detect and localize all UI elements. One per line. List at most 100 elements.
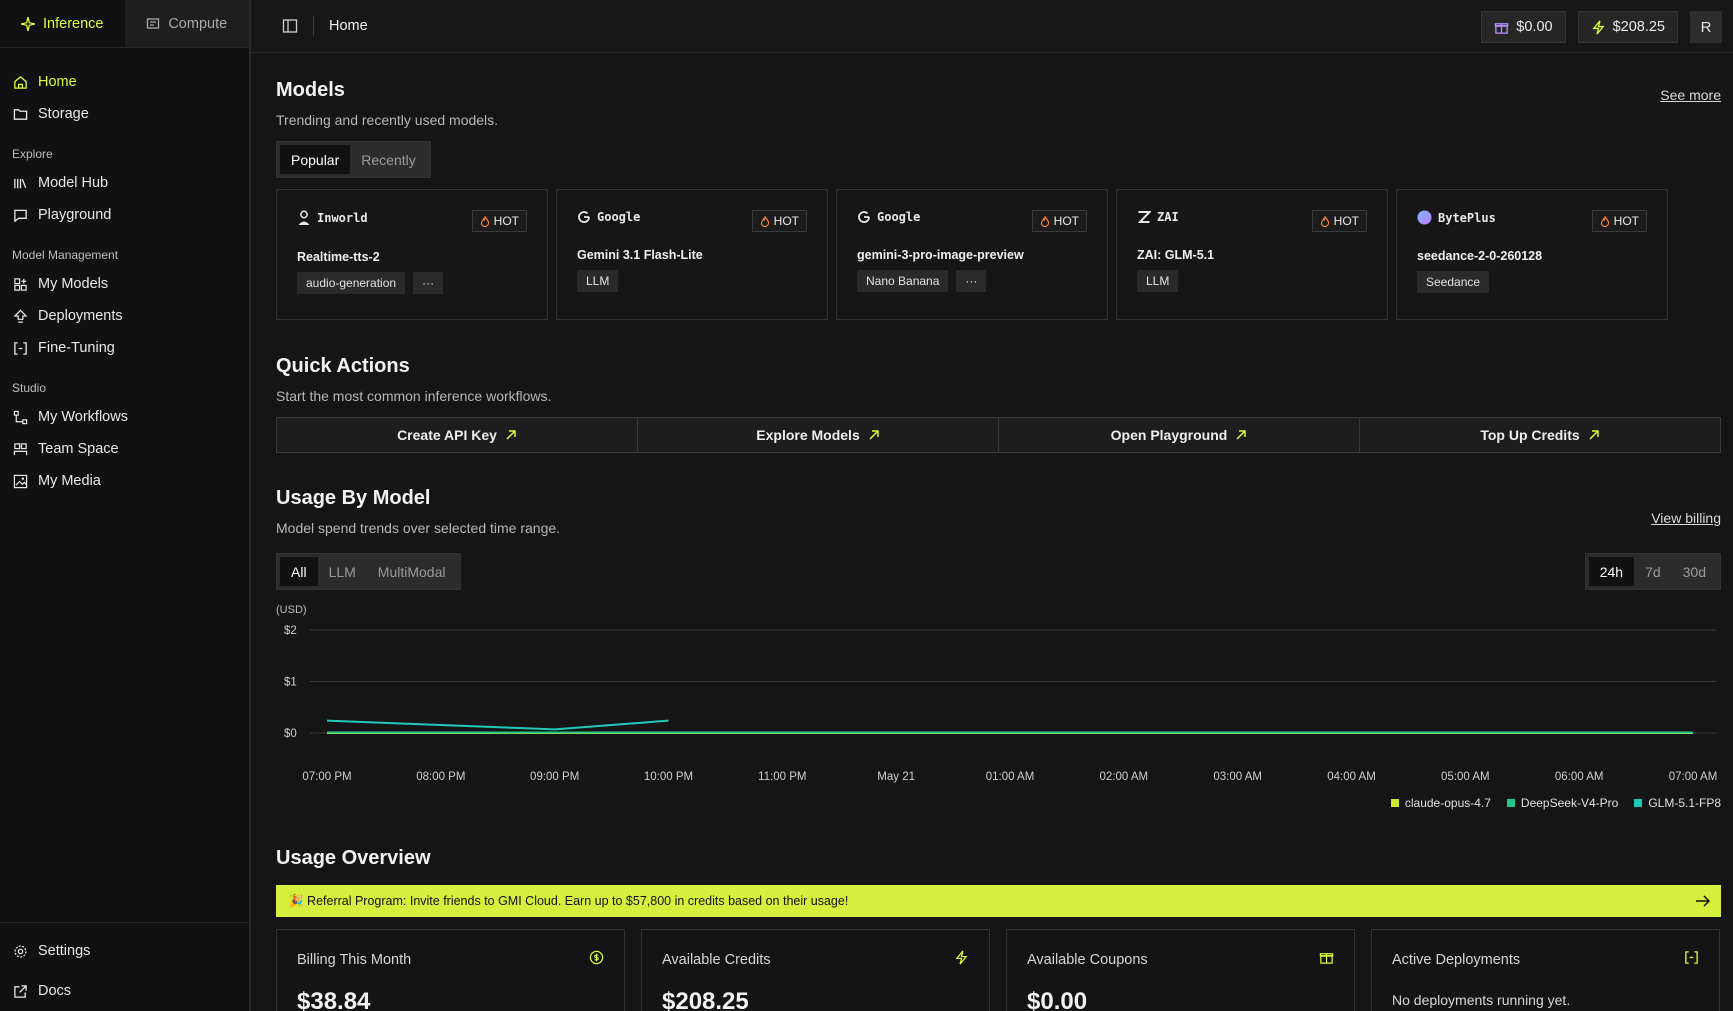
- gift-icon: [1319, 953, 1334, 964]
- sidebar-section-explore: Explore: [12, 147, 53, 161]
- usage-title: Usage By Model: [276, 487, 431, 509]
- explore-models-button[interactable]: Explore Models: [638, 418, 999, 452]
- view-billing-link[interactable]: View billing: [1651, 510, 1721, 526]
- sidebar-item-my-workflows[interactable]: My Workflows: [0, 401, 249, 433]
- more-tags-button[interactable]: ···: [956, 270, 987, 292]
- stat-value: $38.84: [297, 988, 371, 1011]
- model-tags: Nano Banana ···: [857, 270, 1087, 292]
- gear-icon: [14, 944, 27, 958]
- sidebar-item-label: Team Space: [38, 441, 119, 457]
- sidebar-item-playground[interactable]: Playground: [0, 199, 249, 231]
- legend-item[interactable]: GLM-5.1-FP8: [1634, 796, 1721, 810]
- legend-item[interactable]: claude-opus-4.7: [1390, 796, 1491, 810]
- sidebar-item-label: Playground: [38, 207, 112, 223]
- sidebar-section-model-management: Model Management: [12, 248, 119, 262]
- usage-filter-group: All LLM MultiModal: [276, 553, 461, 590]
- tab-inference[interactable]: Inference: [0, 0, 125, 47]
- range-24h[interactable]: 24h: [1588, 557, 1635, 586]
- sidebar-item-label: My Models: [38, 276, 109, 292]
- sidebar-item-my-models[interactable]: My Models: [0, 268, 249, 300]
- sidebar-item-home[interactable]: Home: [0, 66, 249, 98]
- sidebar-item-docs[interactable]: Docs: [0, 971, 249, 1011]
- model-cards: Inworld HOT Realtime-tts-2 audio-generat…: [276, 189, 1668, 320]
- model-card[interactable]: Inworld HOT Realtime-tts-2 audio-generat…: [276, 189, 548, 320]
- arrow-up-right-icon: [506, 430, 516, 440]
- product-switcher: Inference Compute: [0, 0, 249, 48]
- range-30d[interactable]: 30d: [1672, 557, 1717, 586]
- filter-multimodal[interactable]: MultiModal: [367, 557, 457, 586]
- model-name: gemini-3-pro-image-preview: [857, 248, 1024, 262]
- model-card[interactable]: ZAI HOT ZAI: GLM-5.1 LLM: [1116, 189, 1388, 320]
- model-tag: LLM: [577, 270, 619, 292]
- model-card[interactable]: Google HOT gemini-3-pro-image-preview Na…: [836, 189, 1108, 320]
- breadcrumb: Home: [329, 18, 368, 34]
- referral-banner[interactable]: 🎉 Referral Program: Invite friends to GM…: [276, 885, 1721, 917]
- hot-badge: HOT: [1591, 210, 1647, 232]
- model-brand-name: Google: [597, 210, 641, 224]
- filter-all[interactable]: All: [280, 557, 318, 586]
- sidebar-item-fine-tuning[interactable]: Fine-Tuning: [0, 332, 249, 364]
- sidebar-item-settings[interactable]: Settings: [0, 931, 249, 971]
- tab-recently[interactable]: Recently: [350, 145, 426, 174]
- sidebar-item-label: Deployments: [38, 308, 123, 324]
- stat-value: $0.00: [1027, 988, 1088, 1011]
- open-playground-button[interactable]: Open Playground: [999, 418, 1360, 452]
- credit-balance: $208.25: [1612, 19, 1665, 35]
- sidebar-toggle-icon[interactable]: [282, 18, 298, 34]
- byteplus-logo-icon: [1417, 210, 1432, 225]
- model-card[interactable]: Google HOT Gemini 3.1 Flash-Lite LLM: [556, 189, 828, 320]
- y-tick-label: $1: [284, 677, 297, 689]
- x-tick-label: 09:00 PM: [530, 771, 579, 783]
- range-7d[interactable]: 7d: [1634, 557, 1672, 586]
- media-icon: [13, 474, 28, 488]
- sidebar-item-label: Fine-Tuning: [38, 340, 115, 356]
- sidebar-item-label: Model Hub: [38, 175, 109, 191]
- sidebar-item-my-media[interactable]: My Media: [0, 465, 249, 497]
- models-header: Models Trending and recently used models…: [276, 79, 498, 128]
- qa-label: Open Playground: [1110, 427, 1228, 443]
- team-icon: [13, 442, 28, 455]
- model-name: Realtime-tts-2: [297, 250, 380, 264]
- sidebar-item-deployments[interactable]: Deployments: [0, 300, 249, 332]
- chart-legend: claude-opus-4.7 DeepSeek-V4-Pro GLM-5.1-FP…: [1390, 796, 1721, 810]
- filter-llm[interactable]: LLM: [318, 557, 367, 586]
- sidebar-item-team-space[interactable]: Team Space: [0, 433, 249, 465]
- referral-text: 🎉 Referral Program: Invite friends to GM…: [288, 893, 849, 908]
- legend-label: GLM-5.1-FP8: [1648, 796, 1721, 810]
- create-api-key-button[interactable]: Create API Key: [277, 418, 638, 452]
- tab-compute[interactable]: Compute: [124, 0, 249, 47]
- y-axis-unit-label: (USD): [276, 604, 307, 616]
- stat-label: Available Credits: [662, 952, 771, 968]
- usage-header: Usage By Model Model spend trends over s…: [276, 487, 560, 536]
- sidebar-item-storage[interactable]: Storage: [0, 98, 249, 130]
- x-tick-label: 04:00 AM: [1327, 771, 1376, 783]
- sidebar-footer: Settings Docs: [0, 922, 249, 1011]
- model-tags: Seedance: [1417, 271, 1647, 293]
- tab-popular[interactable]: Popular: [280, 145, 351, 174]
- model-brand-name: ZAI: [1157, 210, 1179, 224]
- library-icon: [14, 178, 27, 188]
- arrow-right-icon[interactable]: [1695, 893, 1711, 909]
- top-up-credits-button[interactable]: Top Up Credits: [1360, 418, 1720, 452]
- google-logo-icon: [578, 211, 590, 223]
- avatar[interactable]: R: [1690, 11, 1722, 43]
- tab-compute-label: Compute: [168, 15, 228, 32]
- arrow-up-right-icon: [1236, 430, 1247, 440]
- model-tag: Nano Banana: [857, 270, 949, 292]
- x-tick-label: 08:00 PM: [416, 771, 465, 783]
- more-tags-button[interactable]: ···: [413, 272, 444, 294]
- coupon-balance-button[interactable]: $0.00: [1481, 11, 1566, 43]
- model-card[interactable]: BytePlus HOT seedance-2-0-260128 Seedanc…: [1396, 189, 1668, 320]
- sparkle-icon: [21, 16, 36, 31]
- sidebar-item-model-hub[interactable]: Model Hub: [0, 167, 249, 199]
- credit-balance-button[interactable]: $208.25: [1577, 11, 1678, 43]
- legend-item[interactable]: DeepSeek-V4-Pro: [1506, 796, 1618, 810]
- external-link-icon: [14, 984, 27, 998]
- upload-icon: [13, 309, 28, 323]
- hot-label: HOT: [1053, 214, 1079, 228]
- qa-label: Explore Models: [756, 427, 860, 443]
- quick-actions-header: Quick Actions Start the most common infe…: [276, 355, 551, 404]
- stat-note: No deployments running yet.: [1392, 992, 1571, 1008]
- see-more-link[interactable]: See more: [1660, 87, 1721, 103]
- legend-label: claude-opus-4.7: [1404, 796, 1491, 810]
